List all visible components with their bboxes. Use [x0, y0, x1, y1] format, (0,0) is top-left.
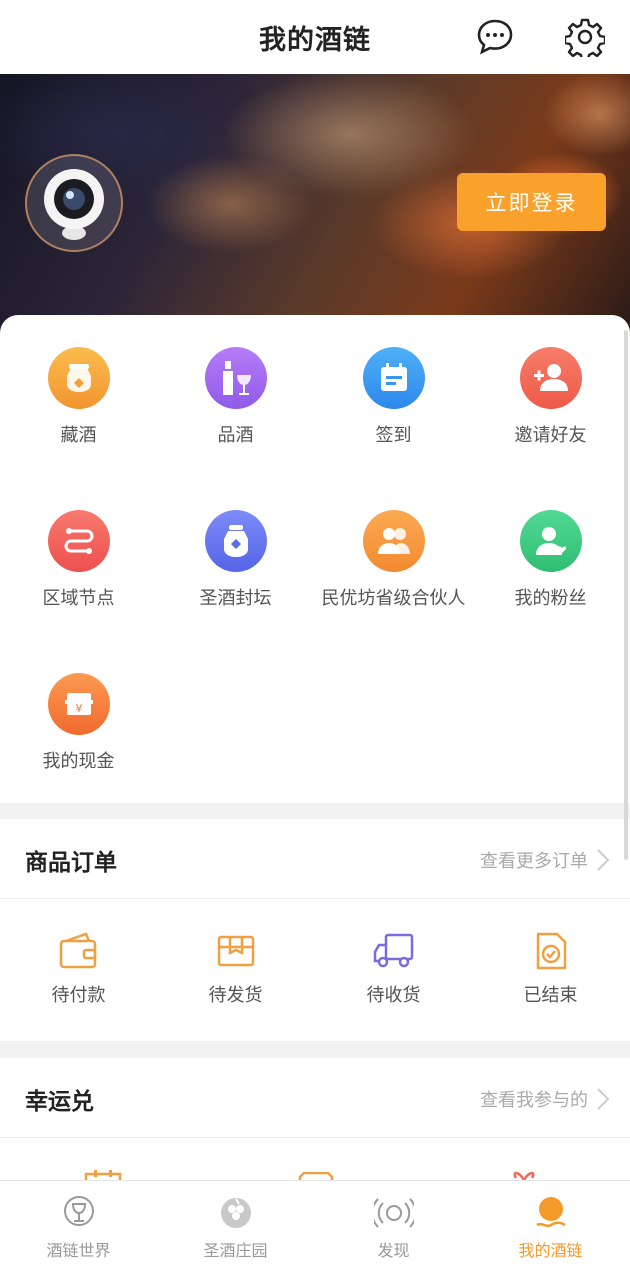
grid-item-label: 民优坊省级合伙人: [321, 588, 466, 609]
bottom-tab-bar: 酒链世界 圣酒庄园 发现 我的酒链: [0, 1180, 630, 1280]
tab-wine-world[interactable]: 酒链世界: [0, 1195, 157, 1261]
grid-item-label: 我的粉丝: [514, 588, 587, 609]
wine-bottle-icon: [204, 347, 267, 409]
view-my-participation-link[interactable]: 查看我参与的: [480, 1086, 610, 1112]
wallet-icon: [59, 932, 96, 969]
grid-item-check-in[interactable]: 签到: [315, 347, 472, 447]
order-pending-receipt[interactable]: 待收货: [315, 931, 472, 1007]
view-participation-label: 查看我参与的: [480, 1090, 588, 1111]
order-item-label: 待收货: [366, 985, 421, 1006]
tab-label: 我的酒链: [518, 1241, 583, 1260]
tab-wine-estate[interactable]: 圣酒庄园: [157, 1195, 314, 1261]
tab-label: 酒链世界: [46, 1241, 111, 1260]
profile-banner: 立即登录: [0, 74, 630, 336]
jar-icon: [47, 347, 110, 409]
fans-icon: [519, 510, 582, 572]
grid-item-label: 圣酒封坛: [199, 588, 272, 609]
truck-icon: [373, 933, 413, 968]
order-item-label: 已结束: [523, 985, 578, 1006]
grid-item-label: 签到: [375, 425, 412, 446]
tab-discover[interactable]: 发现: [315, 1195, 472, 1261]
function-grid: 藏酒 品酒 签到 邀请好友 区域节点 圣酒封坛 民优坊省级合伙人 我的粉丝 ¥ …: [0, 315, 630, 803]
camera-avatar-icon: [44, 169, 104, 240]
grid-item-label: 区域节点: [42, 588, 115, 609]
add-friend-icon: [519, 347, 582, 409]
calendar-icon: [362, 347, 425, 409]
order-pending-payment[interactable]: 待付款: [0, 931, 157, 1007]
page-title: 我的酒链: [259, 24, 371, 56]
tab-label: 圣酒庄园: [203, 1241, 268, 1260]
grid-item-label: 品酒: [217, 425, 254, 446]
grid-item-collect-wine[interactable]: 藏酒: [0, 347, 157, 447]
seal-jar-icon: [204, 510, 267, 572]
tab-my-wine-chain[interactable]: 我的酒链: [472, 1195, 629, 1261]
partners-icon: [362, 510, 425, 572]
done-doc-icon: [536, 932, 566, 970]
cash-icon: ¥: [47, 673, 110, 735]
grid-item-seal-jar[interactable]: 圣酒封坛: [157, 510, 314, 610]
lucky-title: 幸运兑: [25, 1089, 94, 1115]
view-more-orders-link[interactable]: 查看更多订单: [480, 847, 610, 873]
view-more-orders-label: 查看更多订单: [480, 851, 588, 872]
signal-icon: [373, 1198, 414, 1228]
avatar[interactable]: [25, 154, 123, 252]
grid-item-my-cash[interactable]: ¥ 我的现金: [0, 673, 157, 773]
cup-icon: [63, 1196, 94, 1226]
lucky-header: 幸运兑 查看我参与的: [0, 1058, 630, 1138]
orders-header: 商品订单 查看更多订单: [0, 819, 630, 899]
grid-item-my-fans[interactable]: 我的粉丝: [472, 510, 629, 610]
chevron-right-icon: [597, 849, 610, 871]
profile-icon: [535, 1197, 566, 1228]
grid-item-taste-wine[interactable]: 品酒: [157, 347, 314, 447]
gear-icon[interactable]: [564, 16, 606, 58]
grid-item-region-node[interactable]: 区域节点: [0, 510, 157, 610]
order-pending-shipment[interactable]: 待发货: [157, 931, 314, 1007]
grid-item-label: 邀请好友: [514, 425, 587, 446]
package-icon: [217, 935, 254, 967]
order-item-label: 待付款: [51, 985, 106, 1006]
route-icon: [47, 510, 110, 572]
orders-section: 商品订单 查看更多订单 待付款 待发货 待收货 已结束: [0, 819, 630, 1041]
order-completed[interactable]: 已结束: [472, 931, 629, 1007]
grid-item-invite-friends[interactable]: 邀请好友: [472, 347, 629, 447]
top-bar: 我的酒链: [0, 0, 630, 74]
grid-item-provincial-partner[interactable]: 民优坊省级合伙人: [315, 510, 472, 610]
login-button[interactable]: 立即登录: [457, 173, 606, 231]
grid-item-label: 我的现金: [42, 751, 115, 772]
page: 我的酒链 立即登录 藏酒 品酒 签到 邀请好友 区域节点 圣酒封坛 民优坊省级合…: [0, 0, 630, 1280]
tab-label: 发现: [377, 1241, 410, 1260]
scrollbar[interactable]: [624, 330, 628, 860]
grid-item-label: 藏酒: [60, 425, 97, 446]
chevron-right-icon: [597, 1088, 610, 1110]
orders-title: 商品订单: [25, 850, 117, 876]
svg-text:¥: ¥: [75, 702, 82, 715]
message-icon[interactable]: [474, 16, 516, 58]
lucky-exchange-section: 幸运兑 查看我参与的: [0, 1058, 630, 1182]
order-item-label: 待发货: [208, 985, 263, 1006]
grape-icon: [220, 1198, 251, 1228]
